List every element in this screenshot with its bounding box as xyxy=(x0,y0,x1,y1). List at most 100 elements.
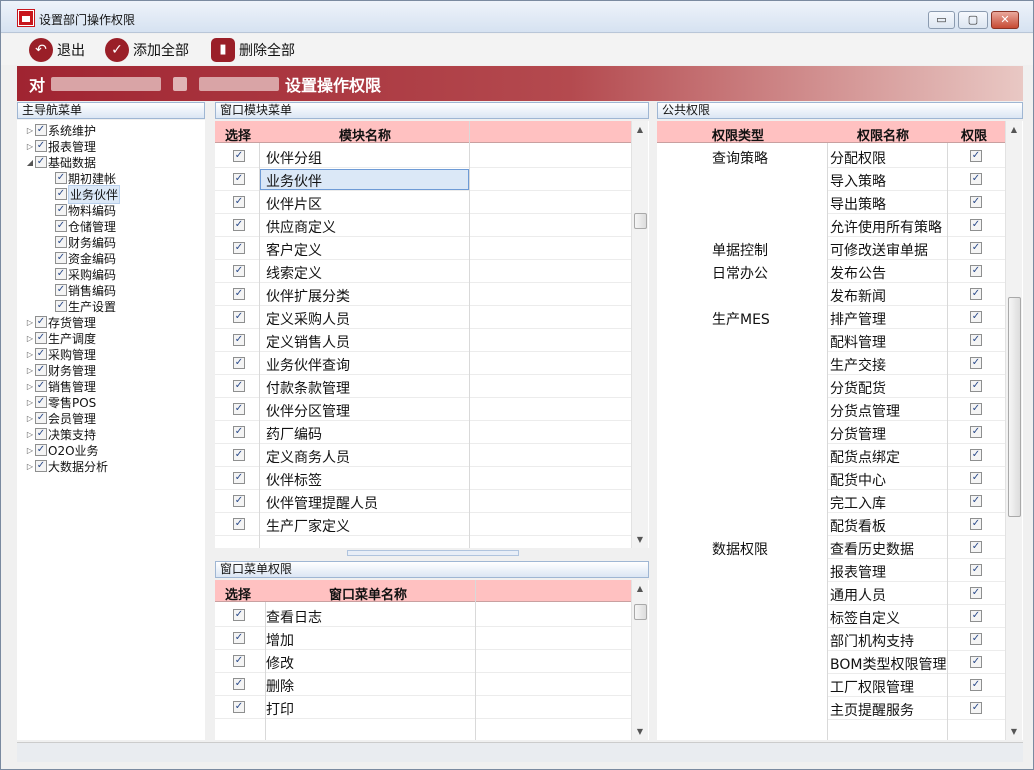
restore-button[interactable]: ▢ xyxy=(958,11,988,29)
scroll-up-icon[interactable]: ▲ xyxy=(632,121,648,138)
row-checkbox[interactable]: ✓ xyxy=(233,242,245,254)
table-row[interactable]: 工厂权限管理 ✓ xyxy=(657,674,1005,697)
scroll-thumb[interactable] xyxy=(634,213,647,229)
table-row[interactable]: ✓ 定义商务人员 xyxy=(215,444,631,467)
perm-checkbox[interactable]: ✓ xyxy=(970,702,982,714)
table-row[interactable]: ✓ 伙伴片区 xyxy=(215,191,631,214)
table-row[interactable]: 主页提醒服务 ✓ xyxy=(657,697,1005,720)
table-row[interactable]: 允许使用所有策略 ✓ xyxy=(657,214,1005,237)
perm-checkbox[interactable]: ✓ xyxy=(970,426,982,438)
table-row[interactable]: BOM类型权限管理 ✓ xyxy=(657,651,1005,674)
perm-checkbox[interactable]: ✓ xyxy=(970,334,982,346)
nav-tree-node[interactable]: ✓ 资金编码 xyxy=(45,250,116,266)
table-row[interactable]: 部门机构支持 ✓ xyxy=(657,628,1005,651)
table-row[interactable]: ✓ 伙伴分区管理 xyxy=(215,398,631,421)
table-row[interactable]: 完工入库 ✓ xyxy=(657,490,1005,513)
nav-checkbox[interactable]: ✓ xyxy=(35,444,47,456)
perm-checkbox[interactable]: ✓ xyxy=(970,150,982,162)
expand-icon[interactable]: ▷ xyxy=(25,430,35,439)
expand-icon[interactable]: ▷ xyxy=(25,446,35,455)
nav-checkbox[interactable]: ✓ xyxy=(55,284,67,296)
perm-checkbox[interactable]: ✓ xyxy=(970,656,982,668)
table-row[interactable]: 配货中心 ✓ xyxy=(657,467,1005,490)
row-checkbox[interactable]: ✓ xyxy=(233,334,245,346)
nav-tree-node[interactable]: ✓ 销售编码 xyxy=(45,282,116,298)
table-row[interactable]: ✓ 供应商定义 xyxy=(215,214,631,237)
table-row[interactable]: 查询策略 分配权限 ✓ xyxy=(657,145,1005,168)
perm-checkbox[interactable]: ✓ xyxy=(970,357,982,369)
table-row[interactable]: ✓ 修改 xyxy=(215,650,631,673)
scroll-thumb[interactable] xyxy=(1008,297,1021,517)
perm-checkbox[interactable]: ✓ xyxy=(970,564,982,576)
splitter-handle[interactable] xyxy=(347,550,519,556)
row-checkbox[interactable]: ✓ xyxy=(233,311,245,323)
perm-checkbox[interactable]: ✓ xyxy=(970,265,982,277)
table-row[interactable]: 数据权限 查看历史数据 ✓ xyxy=(657,536,1005,559)
scroll-down-icon[interactable]: ▼ xyxy=(632,723,648,740)
scroll-thumb[interactable] xyxy=(634,604,647,620)
table-row[interactable]: 分货管理 ✓ xyxy=(657,421,1005,444)
table-row[interactable]: ✓ 伙伴分组 xyxy=(215,145,631,168)
perm-checkbox[interactable]: ✓ xyxy=(970,403,982,415)
expand-icon[interactable]: ▷ xyxy=(25,382,35,391)
row-checkbox[interactable]: ✓ xyxy=(233,357,245,369)
nav-tree-node[interactable]: ▷ ✓ 销售管理 xyxy=(25,378,96,394)
exit-button[interactable]: ↶ 退出 xyxy=(29,37,85,63)
table-row[interactable]: ✓ 业务伙伴 xyxy=(215,168,631,191)
close-button[interactable]: ✕ xyxy=(991,11,1019,29)
row-checkbox[interactable]: ✓ xyxy=(233,678,245,690)
table-row[interactable]: ✓ 打印 xyxy=(215,696,631,719)
table-row[interactable]: ✓ 客户定义 xyxy=(215,237,631,260)
table-row[interactable]: ✓ 定义采购人员 xyxy=(215,306,631,329)
nav-checkbox[interactable]: ✓ xyxy=(35,156,47,168)
perm-checkbox[interactable]: ✓ xyxy=(970,610,982,622)
nav-tree-node[interactable]: ▷ ✓ 大数据分析 xyxy=(25,458,108,474)
nav-tree-node[interactable]: ▷ ✓ 系统维护 xyxy=(25,122,96,138)
nav-tree-node[interactable]: ✓ 业务伙伴 xyxy=(45,184,121,204)
table-row[interactable]: 生产交接 ✓ xyxy=(657,352,1005,375)
perm-checkbox[interactable]: ✓ xyxy=(970,311,982,323)
nav-checkbox[interactable]: ✓ xyxy=(35,380,47,392)
row-checkbox[interactable]: ✓ xyxy=(233,609,245,621)
table-row[interactable]: ✓ 药厂编码 xyxy=(215,421,631,444)
nav-checkbox[interactable]: ✓ xyxy=(55,300,67,312)
nav-checkbox[interactable]: ✓ xyxy=(35,412,47,424)
perm-checkbox[interactable]: ✓ xyxy=(970,173,982,185)
row-checkbox[interactable]: ✓ xyxy=(233,701,245,713)
expand-icon[interactable]: ▷ xyxy=(25,334,35,343)
table-row[interactable]: 通用人员 ✓ xyxy=(657,582,1005,605)
nav-checkbox[interactable]: ✓ xyxy=(55,220,67,232)
expand-icon[interactable]: ▷ xyxy=(25,126,35,135)
row-checkbox[interactable]: ✓ xyxy=(233,518,245,530)
nav-tree-node[interactable]: ▷ ✓ O2O业务 xyxy=(25,442,99,458)
nav-checkbox[interactable]: ✓ xyxy=(35,348,47,360)
table-row[interactable]: ✓ 定义销售人员 xyxy=(215,329,631,352)
nav-checkbox[interactable]: ✓ xyxy=(55,236,67,248)
perm-checkbox[interactable]: ✓ xyxy=(970,633,982,645)
nav-tree-node[interactable]: ▷ ✓ 财务管理 xyxy=(25,362,96,378)
expand-icon[interactable]: ▷ xyxy=(25,350,35,359)
row-checkbox[interactable]: ✓ xyxy=(233,265,245,277)
nav-tree-node[interactable]: ▷ ✓ 存货管理 xyxy=(25,314,96,330)
nav-tree-node[interactable]: ◢ ✓ 基础数据 xyxy=(25,154,96,170)
expand-icon[interactable]: ▷ xyxy=(25,414,35,423)
nav-checkbox[interactable]: ✓ xyxy=(35,316,47,328)
nav-checkbox[interactable]: ✓ xyxy=(55,252,67,264)
nav-tree-node[interactable]: ▷ ✓ 决策支持 xyxy=(25,426,96,442)
perm-checkbox[interactable]: ✓ xyxy=(970,587,982,599)
delete-all-button[interactable]: ▮ 删除全部 xyxy=(211,37,295,63)
minimize-button[interactable]: ▭ xyxy=(928,11,955,29)
nav-checkbox[interactable]: ✓ xyxy=(55,188,67,200)
row-checkbox[interactable]: ✓ xyxy=(233,426,245,438)
perm-checkbox[interactable]: ✓ xyxy=(970,219,982,231)
perm-checkbox[interactable]: ✓ xyxy=(970,541,982,553)
row-checkbox[interactable]: ✓ xyxy=(233,219,245,231)
nav-checkbox[interactable]: ✓ xyxy=(35,332,47,344)
table-row[interactable]: 配货看板 ✓ xyxy=(657,513,1005,536)
row-checkbox[interactable]: ✓ xyxy=(233,288,245,300)
row-checkbox[interactable]: ✓ xyxy=(233,449,245,461)
perm-checkbox[interactable]: ✓ xyxy=(970,518,982,530)
table-row[interactable]: ✓ 伙伴标签 xyxy=(215,467,631,490)
perm-checkbox[interactable]: ✓ xyxy=(970,679,982,691)
table-row[interactable]: 导入策略 ✓ xyxy=(657,168,1005,191)
